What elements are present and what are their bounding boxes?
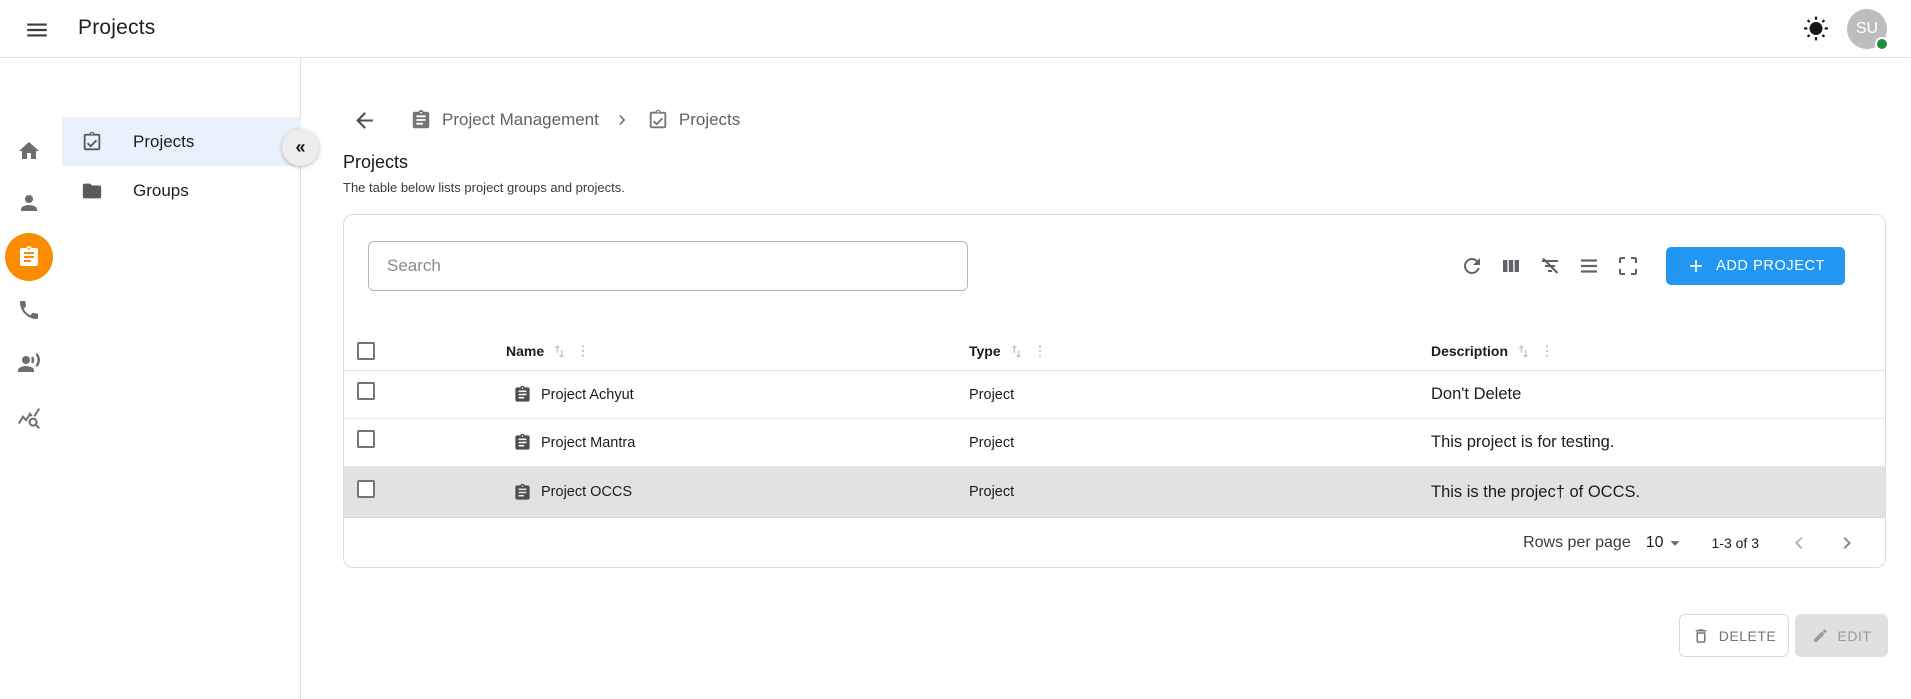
clipboard-icon xyxy=(513,385,532,404)
clipboard-icon xyxy=(513,433,532,452)
project-description: This project is for testing. xyxy=(1431,433,1615,451)
row-checkbox[interactable] xyxy=(357,382,375,400)
plus-icon xyxy=(1686,256,1706,276)
sort-icon[interactable] xyxy=(1008,343,1025,360)
column-header-description[interactable]: Description xyxy=(1431,331,1555,371)
table-toolbar: ADD PROJECT xyxy=(1460,239,1845,293)
delete-button[interactable]: DELETE xyxy=(1679,614,1789,657)
select-all-checkbox[interactable] xyxy=(357,342,375,360)
column-menu-icon[interactable] xyxy=(575,343,591,359)
person-icon[interactable] xyxy=(17,191,41,215)
density-icon[interactable] xyxy=(1577,254,1601,278)
table-row[interactable]: Project Mantra Project This project is f… xyxy=(344,419,1885,467)
clipboard-icon xyxy=(513,483,532,502)
add-project-button[interactable]: ADD PROJECT xyxy=(1666,247,1845,285)
next-page-icon[interactable] xyxy=(1835,531,1859,555)
app-title: Projects xyxy=(78,16,156,39)
sidebar-collapse-button[interactable]: « xyxy=(282,129,319,166)
delete-label: DELETE xyxy=(1718,627,1777,644)
page-subtitle: The table below lists project groups and… xyxy=(343,180,625,195)
back-arrow-icon[interactable] xyxy=(352,108,377,133)
table-row[interactable]: Project Achyut Project Don't Delete xyxy=(344,371,1885,419)
sidebar-item-projects[interactable]: Projects xyxy=(62,117,301,166)
table-pagination: Rows per page 10 1-3 of 3 xyxy=(344,518,1885,568)
sidebar-item-groups[interactable]: Groups xyxy=(62,166,301,215)
project-name: Project Achyut xyxy=(541,386,634,403)
project-description: Don't Delete xyxy=(1431,385,1522,403)
clipboard-check-icon xyxy=(647,109,669,131)
search-input[interactable] xyxy=(368,241,968,291)
clipboard-check-icon xyxy=(81,131,103,153)
column-menu-icon[interactable] xyxy=(1539,343,1555,359)
breadcrumb-parent[interactable]: Project Management xyxy=(442,110,599,130)
theme-sun-icon[interactable] xyxy=(1803,16,1829,42)
add-project-label: ADD PROJECT xyxy=(1716,258,1825,274)
edit-label: EDIT xyxy=(1837,627,1872,644)
pagination-range: 1-3 of 3 xyxy=(1711,535,1759,551)
row-checkbox[interactable] xyxy=(357,480,375,498)
rows-per-page-select[interactable]: 10 xyxy=(1646,532,1686,554)
view-columns-icon[interactable] xyxy=(1499,254,1523,278)
project-description: This is the projec† of OCCS. xyxy=(1431,482,1641,501)
row-checkbox[interactable] xyxy=(357,430,375,448)
trash-icon xyxy=(1692,627,1710,645)
refresh-icon[interactable] xyxy=(1460,254,1484,278)
breadcrumb-current: Projects xyxy=(678,110,741,129)
edit-button[interactable]: EDIT xyxy=(1795,614,1888,657)
avatar[interactable]: SU xyxy=(1847,9,1889,51)
filter-off-icon[interactable] xyxy=(1538,254,1562,278)
top-app-bar: Projects SU xyxy=(0,0,1911,58)
sort-icon[interactable] xyxy=(1515,343,1532,360)
table-row-selected[interactable]: Project OCCS Project This is the projec†… xyxy=(344,467,1885,518)
query-stats-icon[interactable] xyxy=(17,406,41,430)
sort-icon[interactable] xyxy=(551,343,568,360)
rows-per-page-label: Rows per page xyxy=(1523,534,1631,551)
fullscreen-icon[interactable] xyxy=(1616,254,1640,278)
sidebar-item-label: Projects xyxy=(133,131,195,151)
column-header-name[interactable]: Name xyxy=(506,331,591,371)
pencil-icon xyxy=(1812,627,1829,644)
sidebar-item-label: Groups xyxy=(133,180,189,200)
page-title: Projects xyxy=(343,152,409,172)
project-name: Project Mantra xyxy=(541,434,636,451)
folder-icon xyxy=(81,180,103,202)
column-menu-icon[interactable] xyxy=(1032,343,1048,359)
chevron-right-icon xyxy=(612,110,632,130)
chevron-down-icon xyxy=(1664,532,1686,554)
menu-icon[interactable] xyxy=(24,17,50,43)
clipboard-icon xyxy=(410,109,432,131)
record-voice-over-icon[interactable] xyxy=(17,351,41,375)
project-type: Project xyxy=(969,434,1015,451)
previous-page-icon[interactable] xyxy=(1787,531,1811,555)
projects-table-card: ADD PROJECT Name Type Description Projec… xyxy=(343,214,1886,568)
avatar-initials: SU xyxy=(1855,20,1879,37)
home-icon[interactable] xyxy=(17,139,41,163)
project-type: Project xyxy=(969,484,1015,500)
sidebar: Project Management Projects Groups « xyxy=(0,58,319,699)
project-type: Project xyxy=(969,386,1015,403)
phone-icon[interactable] xyxy=(17,298,41,322)
breadcrumb: Project Management Projects xyxy=(352,104,740,136)
project-management-module-icon[interactable] xyxy=(5,233,53,281)
online-status-dot xyxy=(1875,37,1889,51)
collapse-chevrons-icon: « xyxy=(295,137,306,157)
table-header-row: Name Type Description xyxy=(344,331,1885,371)
column-header-type[interactable]: Type xyxy=(969,331,1048,371)
project-name: Project OCCS xyxy=(541,484,633,500)
